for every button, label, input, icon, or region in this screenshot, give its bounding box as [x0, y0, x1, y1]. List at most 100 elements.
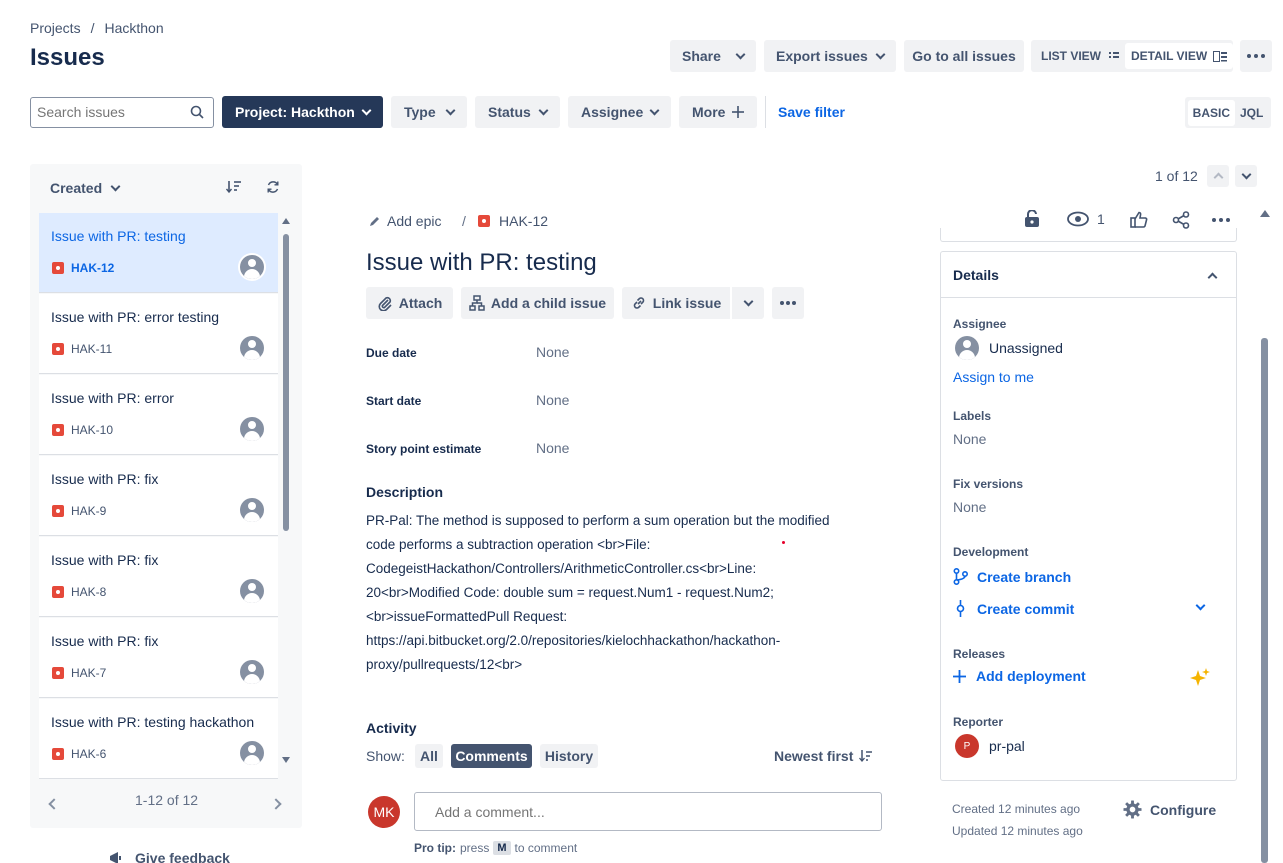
issue-card[interactable]: Issue with PR: fix HAK-8 [39, 537, 278, 617]
user-avatar-icon [240, 255, 264, 279]
scroll-thumb[interactable] [283, 234, 289, 531]
assign-to-me-link[interactable]: Assign to me [953, 369, 1034, 385]
project-filter-button[interactable]: Project: Hackthon [222, 96, 383, 128]
story-points-value[interactable]: None [536, 440, 569, 456]
breadcrumb-project[interactable]: Hackthon [104, 20, 163, 36]
list-icon [1109, 51, 1119, 61]
link-issue-dropdown[interactable] [732, 287, 764, 319]
activity-history-tab[interactable]: History [540, 744, 598, 768]
link-issue-button[interactable]: Link issue [622, 287, 730, 319]
search-icon [190, 105, 204, 119]
attach-button[interactable]: Attach [366, 287, 453, 319]
more-filters-button[interactable]: More [679, 96, 757, 128]
bug-icon [478, 215, 490, 227]
issue-card-key: HAK-12 [71, 261, 115, 275]
user-avatar-icon [240, 579, 264, 603]
configure-button[interactable]: Configure [1123, 800, 1216, 819]
issue-actions-more-button[interactable] [772, 287, 804, 319]
issue-card[interactable]: Issue with PR: fix HAK-7 [39, 618, 278, 698]
reporter-avatar: P [955, 734, 979, 758]
issue-card[interactable]: Issue with PR: error HAK-10 [39, 375, 278, 455]
issue-card-key: HAK-11 [71, 342, 113, 356]
issue-card-key: HAK-7 [71, 666, 107, 680]
create-branch-link[interactable]: Create branch [953, 568, 1071, 585]
type-filter-button[interactable]: Type [391, 96, 467, 128]
export-label: Export issues [776, 48, 868, 64]
page-title: Issues [30, 44, 105, 71]
issue-card[interactable]: Issue with PR: testing hackathon HAK-6 [39, 699, 278, 779]
fix-versions-value[interactable]: None [953, 499, 986, 515]
go-to-all-issues-button[interactable]: Go to all issues [904, 40, 1024, 72]
description-body[interactable]: PR-Pal: The method is supposed to perfor… [366, 509, 866, 677]
chevron-down-icon [649, 105, 660, 115]
save-filter-link[interactable]: Save filter [778, 104, 845, 120]
page-scrollbar[interactable] [1258, 206, 1272, 863]
prev-page-button[interactable] [48, 795, 60, 811]
pro-tip: Pro tip: press M to comment [414, 841, 577, 855]
issue-more-icon[interactable] [1212, 218, 1230, 222]
add-child-issue-button[interactable]: Add a child issue [461, 287, 614, 319]
issue-key-link[interactable]: HAK-12 [478, 213, 548, 229]
configure-label: Configure [1150, 801, 1217, 818]
jql-mode-button[interactable]: JQL [1235, 100, 1268, 126]
page-scroll-thumb[interactable] [1261, 338, 1268, 863]
add-deployment-link[interactable]: Add deployment [953, 668, 1086, 684]
details-header[interactable]: Details [941, 252, 1236, 298]
list-scrollbar[interactable] [281, 214, 292, 768]
activity-all-tab[interactable]: All [415, 744, 443, 768]
give-feedback-link[interactable]: Give feedback [108, 850, 230, 863]
list-view-button[interactable]: LIST VIEW [1035, 43, 1125, 69]
export-issues-button[interactable]: Export issues [764, 40, 896, 72]
issue-card-title: Issue with PR: error [51, 390, 174, 406]
comment-input[interactable] [414, 792, 882, 831]
more-actions-button[interactable] [1240, 40, 1272, 72]
updated-timestamp: Updated 12 minutes ago [952, 824, 1083, 838]
share-button[interactable]: Share [670, 40, 756, 72]
share-label: Share [682, 48, 721, 64]
scroll-down-arrow[interactable] [282, 757, 290, 763]
issue-title[interactable]: Issue with PR: testing [366, 249, 597, 277]
watch-button[interactable]: 1 [1067, 211, 1105, 227]
page-scroll-up-arrow[interactable] [1260, 210, 1270, 217]
sort-dropdown[interactable]: Created [50, 180, 121, 196]
reporter-field[interactable]: P pr-pal [955, 734, 1025, 758]
start-date-label: Start date [366, 394, 422, 408]
assignee-filter-label: Assignee [581, 104, 644, 120]
add-epic-link[interactable]: Add epic [369, 213, 441, 229]
issue-card[interactable]: Issue with PR: fix HAK-9 [39, 456, 278, 536]
pager-prev-button[interactable] [1207, 165, 1229, 187]
activity-comments-tab[interactable]: Comments [451, 744, 532, 768]
newest-first-button[interactable]: Newest first [774, 748, 873, 764]
megaphone-icon [108, 851, 128, 863]
lock-icon[interactable] [1024, 210, 1040, 228]
next-page-button[interactable] [270, 795, 282, 811]
pager-next-button[interactable] [1235, 165, 1257, 187]
panel-top-edge [940, 228, 1237, 242]
project-filter-label: Project: Hackthon [235, 104, 355, 120]
search-input[interactable] [37, 104, 182, 120]
assignee-filter-button[interactable]: Assignee [568, 96, 671, 128]
due-date-value[interactable]: None [536, 344, 569, 360]
description-label: Description [366, 484, 444, 500]
share-icon[interactable] [1172, 211, 1190, 229]
keyboard-key: M [493, 841, 511, 855]
search-input-wrap[interactable] [30, 97, 214, 128]
breadcrumb-projects[interactable]: Projects [30, 20, 81, 36]
bug-icon [52, 262, 64, 274]
ai-sparkle-icon[interactable] [1189, 667, 1211, 689]
status-filter-button[interactable]: Status [475, 96, 560, 128]
assignee-field[interactable]: Unassigned [955, 336, 1063, 360]
sort-order-icon[interactable] [226, 180, 242, 194]
basic-mode-button[interactable]: BASIC [1187, 99, 1235, 126]
issue-card[interactable]: Issue with PR: error testing HAK-11 [39, 294, 278, 374]
issue-card[interactable]: Issue with PR: testing HAK-12 [39, 213, 278, 293]
attach-label: Attach [398, 295, 443, 311]
refresh-icon[interactable] [266, 180, 280, 194]
thumbs-up-icon[interactable] [1130, 211, 1148, 228]
detail-view-button[interactable]: DETAIL VIEW [1125, 43, 1234, 69]
add-epic-label: Add epic [387, 213, 442, 229]
start-date-value[interactable]: None [536, 392, 569, 408]
create-commit-link[interactable]: Create commit [953, 600, 1074, 617]
labels-value[interactable]: None [953, 431, 986, 447]
scroll-up-arrow[interactable] [282, 218, 290, 224]
